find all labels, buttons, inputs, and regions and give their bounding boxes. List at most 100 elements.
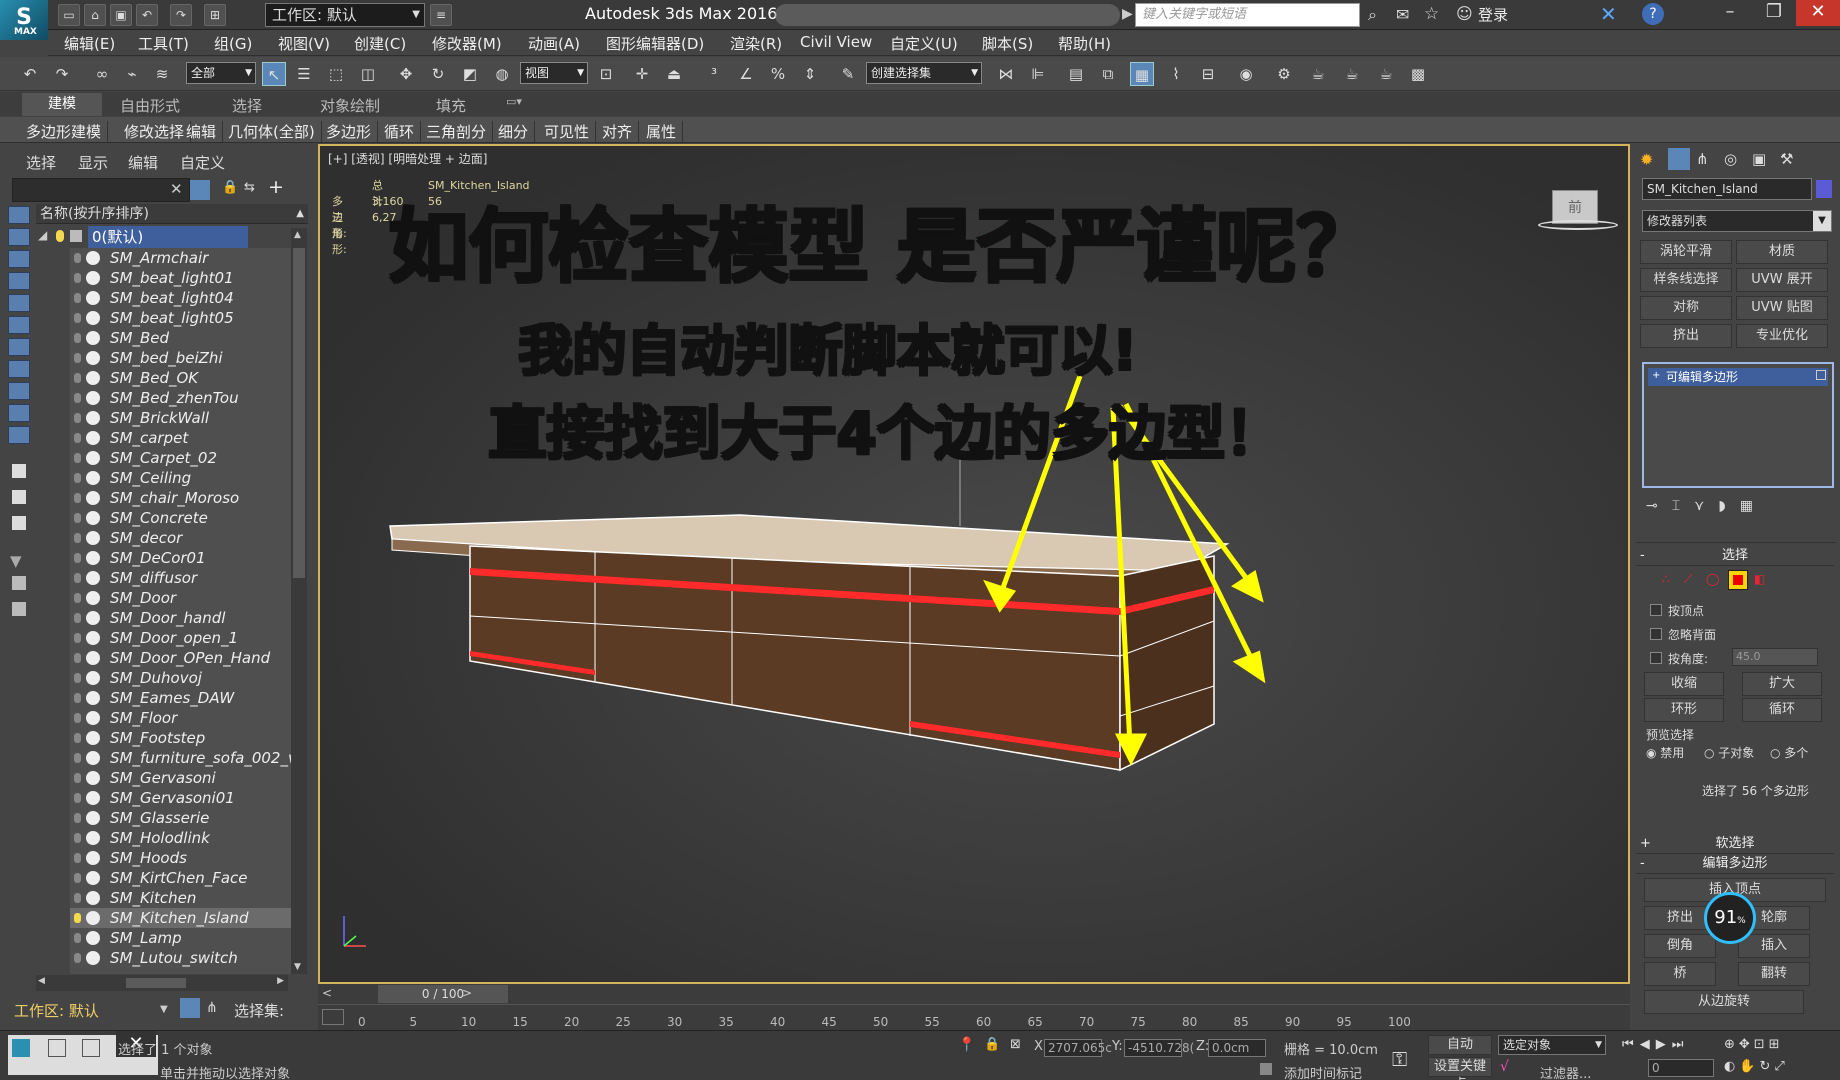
lightbulb-icon[interactable] (74, 873, 81, 883)
lightbulb-icon[interactable] (74, 933, 81, 943)
render-visibility-icon[interactable] (86, 771, 100, 785)
hscroll-thumb[interactable] (126, 978, 186, 988)
workspace-dropdown[interactable]: 工作区: 默认 ▼ (265, 3, 425, 27)
lightbulb-icon[interactable] (74, 953, 81, 963)
lightbulb-icon[interactable] (74, 713, 81, 723)
list-item[interactable]: SM_Holodlink (70, 828, 291, 848)
render-visibility-icon[interactable] (86, 551, 100, 565)
uvw-unwrap-button[interactable]: UVW 展开 (1736, 268, 1828, 292)
list-item[interactable]: SM_Door_OPen_Hand (70, 648, 291, 668)
by-angle-checkbox[interactable]: 按角度: (1650, 650, 1708, 667)
favorites-star-icon[interactable]: ☆ (1424, 4, 1439, 24)
customize-toolbar-icon[interactable]: ≡ (430, 4, 452, 26)
pivot-center-icon[interactable]: ⊡ (594, 62, 618, 86)
list-item[interactable]: SM_Door_handl (70, 608, 291, 628)
display-helpers-icon[interactable] (8, 294, 30, 312)
schematic-view-icon[interactable]: ⊟ (1196, 62, 1220, 86)
polygon-level-icon[interactable] (1728, 570, 1748, 590)
render-visibility-icon[interactable] (86, 451, 100, 465)
save-icon[interactable]: ▣ (110, 4, 132, 26)
list-item[interactable]: SM_Gervasoni01 (70, 788, 291, 808)
render-visibility-icon[interactable] (86, 471, 100, 485)
list-item[interactable]: SM_decor (70, 528, 291, 548)
project-folder-icon[interactable]: ⊞ (204, 4, 226, 26)
funnel-icon[interactable]: ▼ (10, 552, 22, 570)
material-button[interactable]: 材质 (1736, 240, 1828, 264)
default-tangent-icon[interactable]: √ (1500, 1059, 1509, 1075)
list-item[interactable]: SM_bed_beiZhi (70, 348, 291, 368)
tree-horizontal-scrollbar[interactable]: ◀ ▶ (36, 975, 288, 991)
lightbulb-icon[interactable] (74, 493, 81, 503)
lightbulb-icon[interactable] (74, 673, 81, 683)
ribbon-polygons[interactable]: 多边形 (326, 121, 379, 142)
render-visibility-icon[interactable] (86, 431, 100, 445)
lock-icon[interactable]: 🔒 (222, 180, 238, 195)
lightbulb-icon[interactable] (74, 573, 81, 583)
key-filters-button[interactable]: 过滤器... (1540, 1063, 1591, 1080)
viewcube-compass-ring[interactable] (1538, 220, 1618, 230)
lightbulb-icon[interactable] (74, 773, 81, 783)
current-frame-field[interactable]: 0 (1648, 1059, 1714, 1077)
ignore-backfacing-checkbox[interactable]: 忽略背面 (1650, 626, 1716, 643)
lightbulb-icon[interactable] (74, 253, 81, 263)
render-visibility-icon[interactable] (86, 331, 100, 345)
collapse-arrow-icon[interactable]: ◢ (38, 228, 47, 242)
lightbulb-icon[interactable] (74, 313, 81, 323)
track-bar[interactable]: 0 5 10 15 20 25 30 35 40 45 50 55 60 65 70 75 80 85 90 95 10… (318, 1004, 1630, 1030)
turbosmooth-button[interactable]: 涡轮平滑 (1640, 240, 1732, 264)
time-tag-icon[interactable] (1260, 1063, 1272, 1075)
display-particles-icon[interactable] (8, 404, 30, 422)
help-icon[interactable]: ? (1642, 3, 1664, 25)
ribbon-align[interactable]: 对齐 (602, 121, 640, 142)
lightbulb-icon[interactable] (74, 473, 81, 483)
by-vertex-checkbox[interactable]: 按顶点 (1650, 602, 1704, 619)
list-item[interactable]: SM_Armchair (70, 248, 291, 268)
element-icon[interactable]: ◧ (1754, 572, 1765, 586)
render-visibility-icon[interactable] (86, 831, 100, 845)
ribbon-properties[interactable]: 属性 (646, 121, 684, 142)
maxscript-icon[interactable] (12, 1039, 30, 1057)
listener-window-icon[interactable] (48, 1039, 66, 1057)
lightbulb-icon[interactable] (74, 853, 81, 863)
preview-subobject-radio[interactable]: ○ 子对象 (1704, 744, 1754, 761)
lightbulb-icon[interactable] (74, 693, 81, 703)
lightbulb-icon[interactable] (74, 553, 81, 563)
display-groups-icon[interactable] (8, 338, 30, 356)
list-item[interactable]: SM_Duhovoj (70, 668, 291, 688)
listener-panel-icon[interactable] (82, 1039, 100, 1057)
render-setup-icon[interactable]: ⚙ (1272, 62, 1296, 86)
lightbulb-icon[interactable] (74, 593, 81, 603)
lightbulb-icon[interactable] (74, 913, 81, 923)
time-slider-thumb[interactable]: 0 / 100 (378, 985, 508, 1003)
layer-explorer-icon[interactable]: ⧉ (1096, 62, 1120, 86)
list-item[interactable]: SM_beat_light01 (70, 268, 291, 288)
list-item[interactable]: SM_Bed (70, 328, 291, 348)
add-time-tag[interactable]: 添加时间标记 (1284, 1063, 1362, 1080)
playback-controls[interactable]: ⏮◀▶⏭ (1622, 1037, 1689, 1052)
render-visibility-icon[interactable] (86, 791, 100, 805)
layer-mode-icon[interactable] (12, 602, 26, 616)
key-mode-dropdown[interactable]: 选定对象 ▼ (1498, 1035, 1606, 1055)
tab-freeform[interactable]: 自由形式 (120, 95, 180, 116)
set-key-icon[interactable]: ⚿ (1392, 1047, 1407, 1071)
render-in-cloud-icon[interactable]: ▩ (1406, 62, 1430, 86)
scene-explorer-toggle-icon[interactable]: ▤ (1064, 62, 1088, 86)
time-slider[interactable]: < 0 / 100 > (318, 984, 1630, 1004)
display-xrefs-icon[interactable] (8, 360, 30, 378)
shrink-button[interactable]: 收缩 (1644, 672, 1724, 696)
hinge-from-edge-button[interactable]: 从边旋转 (1644, 990, 1804, 1014)
link-icon[interactable]: ∞ (90, 62, 114, 86)
viewcube[interactable]: 前 (1538, 186, 1618, 236)
render-visibility-icon[interactable] (86, 611, 100, 625)
select-manipulate-icon[interactable]: ✛ (630, 62, 654, 86)
redo-icon[interactable]: ↷ (50, 62, 74, 86)
lightbulb-icon[interactable] (74, 333, 81, 343)
angle-spinner[interactable]: 45.0 (1732, 648, 1818, 666)
inset-button[interactable]: 插入 (1738, 934, 1810, 958)
render-visibility-icon[interactable] (86, 311, 100, 325)
stack-item-editable-poly[interactable]: 可编辑多边形 (1648, 368, 1828, 386)
app-logo[interactable]: MAX S (0, 0, 48, 40)
display-containers-icon[interactable] (8, 426, 30, 444)
menu-tools[interactable]: 工具(T) (138, 33, 189, 54)
selection-lock-icon[interactable]: 🔒 (984, 1037, 1000, 1052)
